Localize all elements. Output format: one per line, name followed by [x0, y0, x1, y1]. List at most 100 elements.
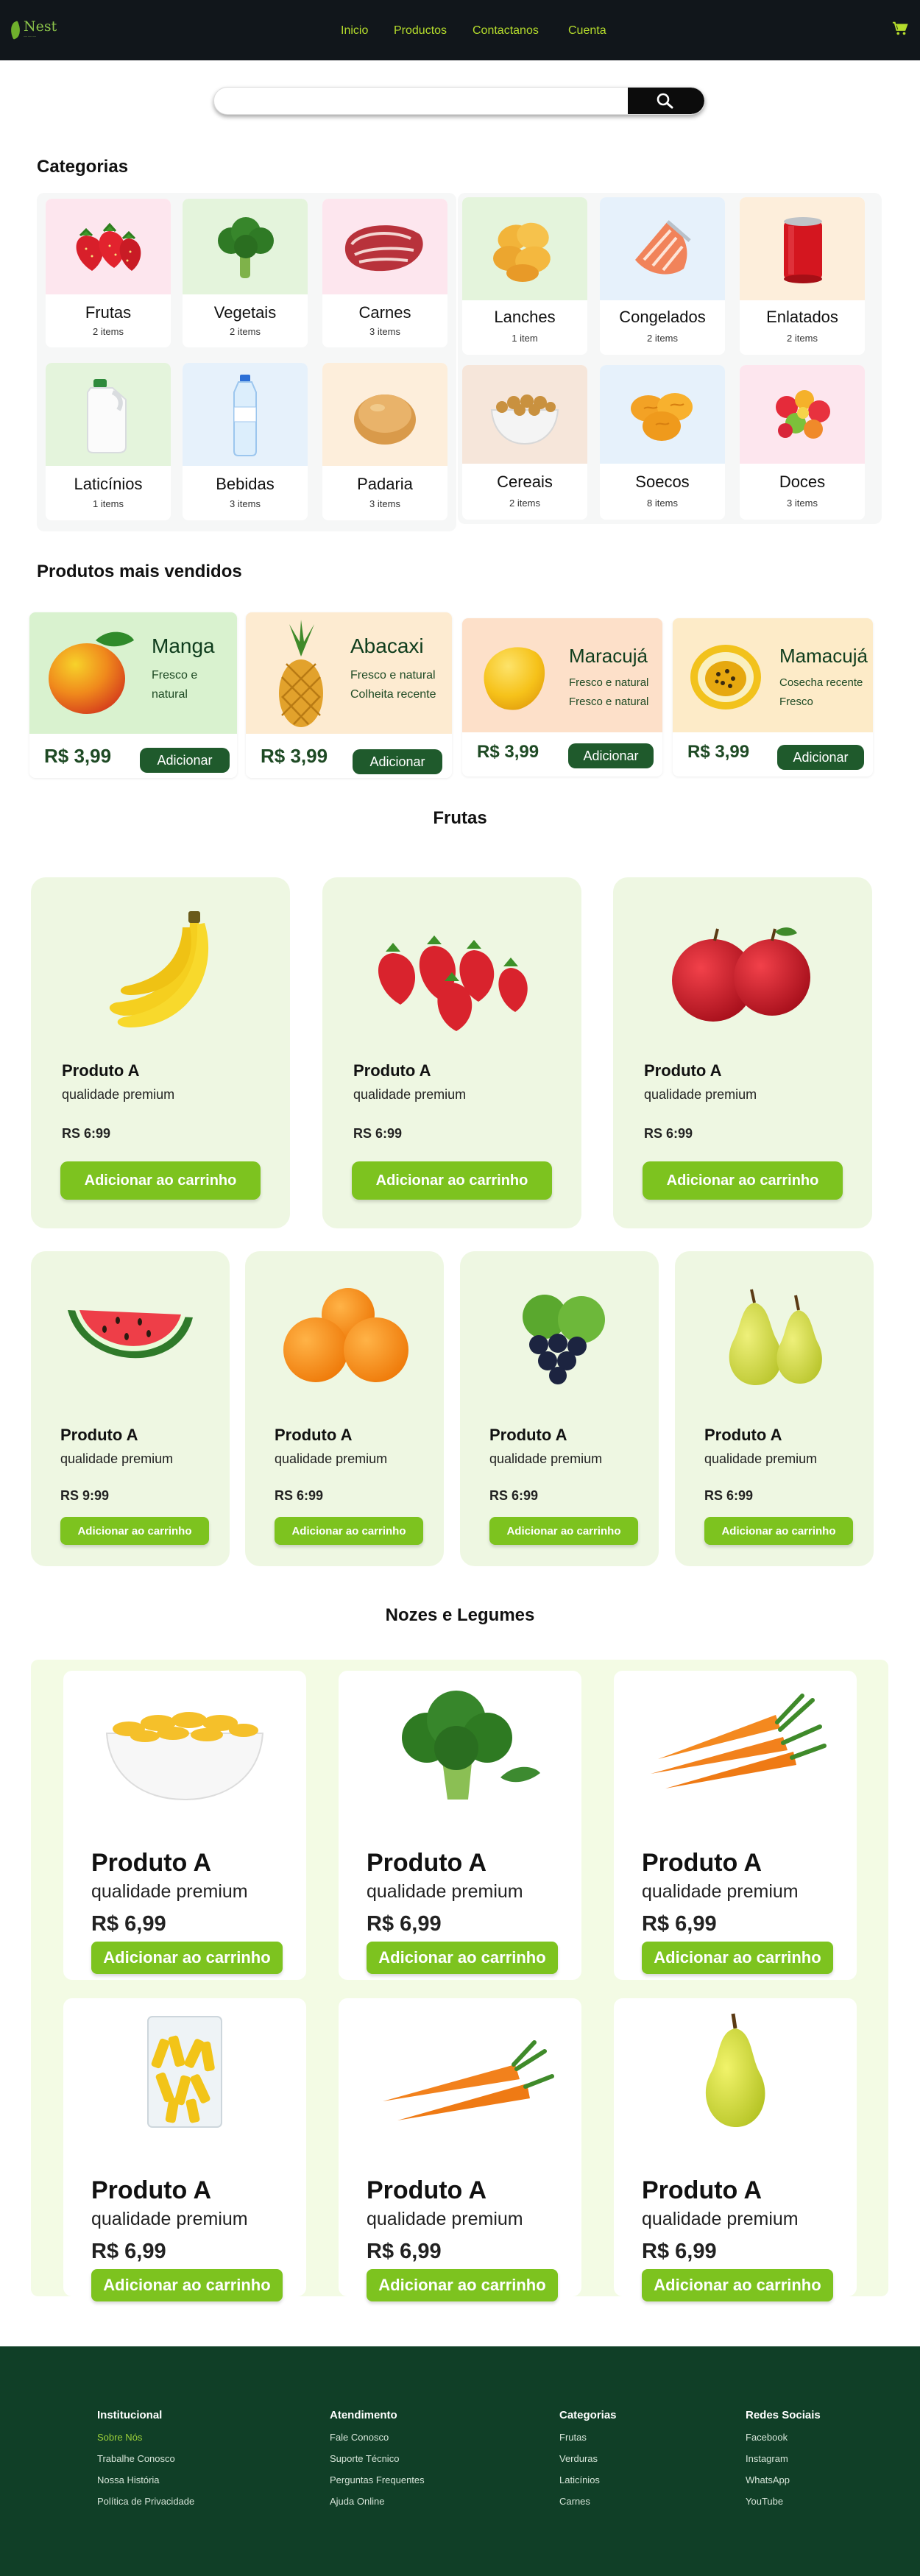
add-to-cart-button[interactable]: Adicionar ao carrinho	[367, 1942, 558, 1974]
category-image	[46, 199, 171, 294]
footer-link[interactable]: Fale Conosco	[330, 2432, 425, 2443]
product-image	[460, 1266, 659, 1406]
category-image	[183, 363, 308, 466]
product-quality: qualidade premium	[60, 1451, 174, 1466]
add-to-cart-button[interactable]: Adicionar ao carrinho	[60, 1161, 261, 1200]
category-card-lanches[interactable]: Lanches 1 item	[462, 197, 587, 355]
gummy-candy-icon	[776, 390, 830, 439]
category-name: Frutas	[85, 303, 132, 322]
add-to-cart-button[interactable]: Adicionar	[568, 743, 654, 768]
product-price: R$ 6,99	[642, 1912, 717, 1936]
footer-link[interactable]: Trabalhe Conosco	[97, 2453, 194, 2464]
nav-cuenta[interactable]: Cuenta	[568, 24, 606, 38]
nuts-title: Nozes e Legumes	[385, 1605, 535, 1625]
nav-contactanos[interactable]: Contactanos	[473, 24, 539, 38]
passion-fruit-icon	[690, 645, 761, 710]
bestseller-desc-line2: natural	[152, 688, 188, 701]
footer-link-facebook[interactable]: Facebook	[746, 2432, 821, 2443]
product-price: R$ 6,99	[367, 2240, 442, 2263]
nav-inicio[interactable]: Inicio	[341, 24, 368, 38]
add-to-cart-button[interactable]: Adicionar ao carrinho	[643, 1161, 843, 1200]
category-count: 1 item	[512, 333, 538, 344]
footer-link[interactable]: Sobre Nós	[97, 2432, 194, 2443]
bestseller-card-mamacuja: Mamacujá Cosecha recente Fresco R$ 3,99 …	[673, 618, 873, 776]
category-name: Padaria	[357, 475, 413, 493]
product-name: Produto A	[367, 2176, 487, 2204]
add-to-cart-button[interactable]: Adicionar ao carrinho	[91, 2269, 283, 2301]
footer-link-youtube[interactable]: YouTube	[746, 2496, 821, 2507]
footer-link[interactable]: Política de Privacidade	[97, 2496, 194, 2507]
footer-link[interactable]: Verduras	[559, 2453, 617, 2464]
product-name: Produto A	[91, 2176, 212, 2204]
search-bar	[213, 87, 705, 115]
add-to-cart-button[interactable]: Adicionar ao carrinho	[367, 2269, 558, 2301]
footer-link[interactable]: Nossa História	[97, 2474, 194, 2485]
product-image	[613, 892, 872, 1050]
nav-productos[interactable]: Productos	[394, 24, 447, 38]
category-card-congelados[interactable]: Congelados 2 items	[600, 197, 725, 355]
add-to-cart-button[interactable]: Adicionar	[140, 748, 230, 773]
add-to-cart-button[interactable]: Adicionar ao carrinho	[352, 1161, 552, 1200]
categories-title: Categorias	[37, 157, 129, 177]
bestseller-price: R$ 3,99	[261, 745, 328, 767]
category-card-cereais[interactable]: Cereais 2 items	[462, 365, 587, 520]
product-image	[339, 1998, 581, 2145]
bestseller-name: Abacaxi	[350, 634, 424, 657]
chips-icon	[493, 222, 551, 282]
footer-link-instagram[interactable]: Instagram	[746, 2453, 821, 2464]
category-card-laticinios[interactable]: Laticínios 1 items	[46, 363, 171, 520]
can-icon	[784, 217, 822, 283]
product-card-carrots: Produto A qualidade premium R$ 6,99 Adic…	[614, 1671, 857, 1980]
product-quality: qualidade premium	[367, 1881, 523, 1902]
add-to-cart-button[interactable]: Adicionar ao carrinho	[642, 2269, 833, 2301]
search-input[interactable]	[214, 88, 630, 114]
category-card-doces[interactable]: Doces 3 items	[740, 365, 865, 520]
footer-link[interactable]: Frutas	[559, 2432, 617, 2443]
category-card-padaria[interactable]: Padaria 3 items	[322, 363, 447, 520]
product-card-watermelon: Produto A qualidade premium RS 9:99 Adic…	[31, 1251, 230, 1566]
pear-icon	[705, 2013, 765, 2127]
footer-link[interactable]: Laticínios	[559, 2474, 617, 2485]
product-quality: qualidade premium	[489, 1451, 603, 1466]
footer-link[interactable]: Suporte Técnico	[330, 2453, 425, 2464]
category-card-bebidas[interactable]: Bebidas 3 items	[183, 363, 308, 520]
bestseller-desc-line2: Fresco e natural	[569, 696, 649, 708]
category-image	[600, 365, 725, 464]
add-to-cart-button[interactable]: Adicionar ao carrinho	[704, 1517, 853, 1545]
add-to-cart-button[interactable]: Adicionar ao carrinho	[91, 1942, 283, 1974]
product-price: RS 6:99	[353, 1126, 403, 1141]
add-to-cart-button[interactable]: Adicionar ao carrinho	[60, 1517, 209, 1545]
category-card-frutas[interactable]: Frutas 2 items	[46, 199, 171, 347]
category-card-carnes[interactable]: Carnes 3 items	[322, 199, 447, 347]
footer-link-whatsapp[interactable]: WhatsApp	[746, 2474, 821, 2485]
product-price: R$ 6,99	[91, 2240, 166, 2263]
category-card-soecos[interactable]: Soecos 8 items	[600, 365, 725, 520]
category-count: 8 items	[647, 498, 678, 509]
add-to-cart-button[interactable]: Adicionar ao carrinho	[275, 1517, 423, 1545]
cart-icon[interactable]	[892, 21, 908, 37]
add-to-cart-button[interactable]: Adicionar	[353, 749, 442, 774]
add-to-cart-button[interactable]: Adicionar ao carrinho	[642, 1942, 833, 1974]
footer-link[interactable]: Carnes	[559, 2496, 617, 2507]
category-name: Enlatados	[766, 308, 838, 326]
footer-link[interactable]: Ajuda Online	[330, 2496, 425, 2507]
bread-icon	[354, 394, 416, 445]
category-image	[740, 197, 865, 300]
search-button[interactable]	[628, 88, 704, 114]
product-card-pear: Produto A qualidade premium R$ 6,99 Adic…	[614, 1998, 857, 2301]
category-name: Lanches	[494, 308, 556, 326]
category-card-enlatados[interactable]: Enlatados 2 items	[740, 197, 865, 355]
pasta-bag-icon	[147, 2016, 222, 2128]
footer-column-atendimento: Atendimento Fale Conosco Suporte Técnico…	[330, 2409, 425, 2517]
category-count: 1 items	[93, 498, 124, 509]
bestseller-name: Maracujá	[569, 645, 648, 667]
category-count: 2 items	[93, 326, 124, 337]
product-name: Produto A	[704, 1426, 782, 1444]
category-card-vegetais[interactable]: Vegetais 2 items	[183, 199, 308, 347]
footer-link[interactable]: Perguntas Frequentes	[330, 2474, 425, 2485]
corn-flakes-icon	[105, 1712, 264, 1801]
product-quality: qualidade premium	[91, 2209, 248, 2229]
category-name: Congelados	[619, 308, 706, 326]
add-to-cart-button[interactable]: Adicionar ao carrinho	[489, 1517, 638, 1545]
add-to-cart-button[interactable]: Adicionar	[777, 745, 864, 770]
